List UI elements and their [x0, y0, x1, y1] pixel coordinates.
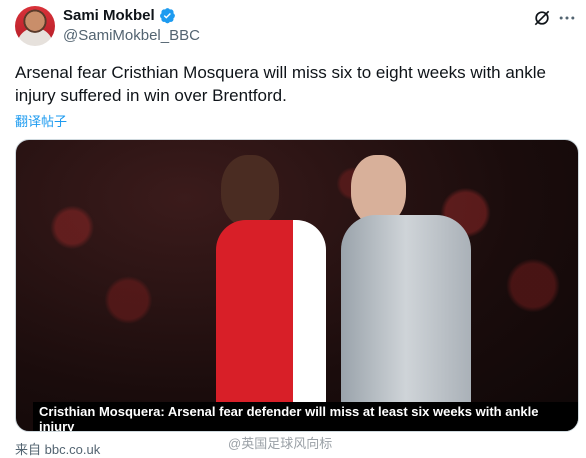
avatar[interactable]: [15, 6, 55, 46]
media-caption: Cristhian Mosquera: Arsenal fear defende…: [33, 402, 578, 431]
player-left-kit: [216, 220, 326, 431]
author-header[interactable]: Sami Mokbel: [63, 7, 176, 24]
author-display-name[interactable]: Sami Mokbel: [63, 7, 155, 24]
translate-link[interactable]: 翻译帖子: [15, 111, 67, 130]
player-left-head: [221, 155, 279, 227]
source-link[interactable]: 来自 bbc.co.uk: [15, 439, 100, 458]
media-card[interactable]: Cristhian Mosquera: Arsenal fear defende…: [15, 139, 579, 432]
tweet-text: Arsenal fear Cristhian Mosquera will mis…: [15, 63, 546, 105]
author-handle[interactable]: @SamiMokbel_BBC: [63, 27, 200, 44]
watermark-text: @英国足球风向标: [228, 436, 333, 451]
verified-badge-icon: [159, 8, 175, 24]
grok-icon[interactable]: [532, 8, 552, 28]
watermark: @英国足球风向标: [228, 433, 332, 452]
player-right-jacket: [341, 215, 471, 431]
more-icon[interactable]: [557, 8, 577, 28]
